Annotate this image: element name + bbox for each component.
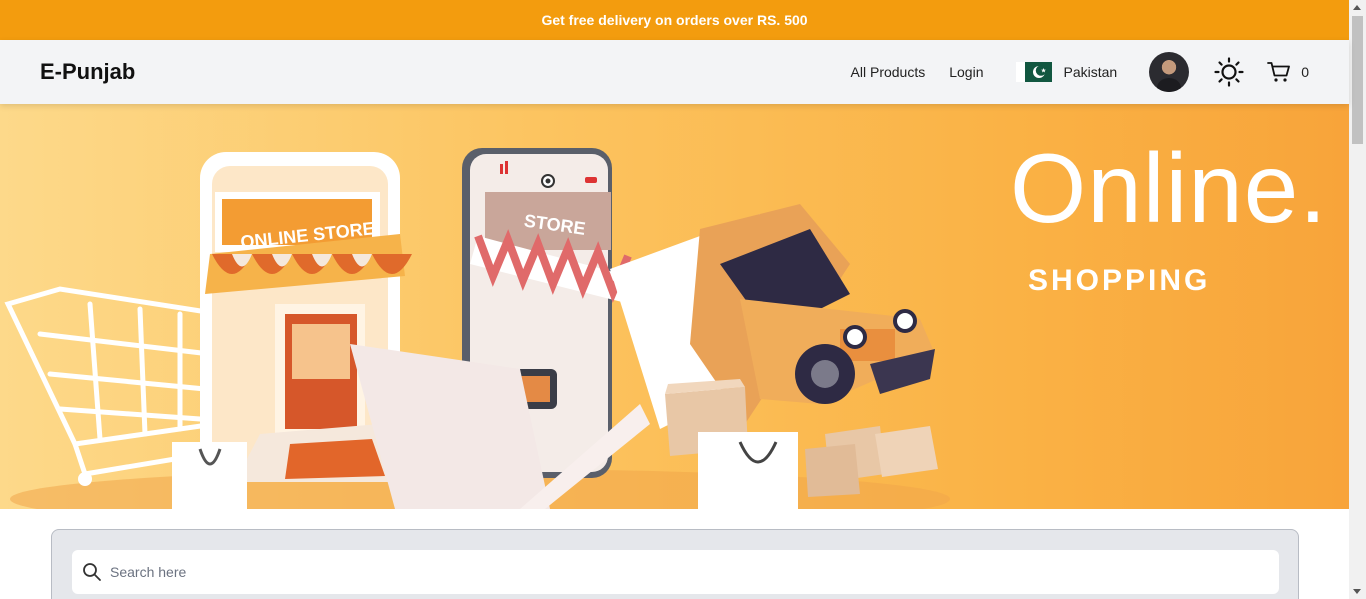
navbar: E-Punjab All Products Login Pakistan 0 [0,40,1349,104]
sun-icon [1214,57,1244,87]
brand-logo[interactable]: E-Punjab [40,59,135,85]
cart-count: 0 [1301,64,1309,80]
search-input[interactable] [110,564,1210,580]
search-panel [51,529,1299,599]
pakistan-flag-icon [1015,62,1052,82]
country-label: Pakistan [1063,64,1118,80]
page-scrollbar[interactable] [1349,0,1366,599]
hero-illustration: ONLINE STORE STORE [4,148,950,509]
nav-login[interactable]: Login [949,64,983,80]
search-icon [83,563,101,581]
user-avatar[interactable] [1149,52,1190,92]
promo-text: Get free delivery on orders over RS. 500 [541,12,808,28]
cart-button[interactable]: 0 [1267,61,1309,83]
nav-all-products[interactable]: All Products [851,64,926,80]
search-box[interactable] [72,550,1279,594]
scroll-down-arrow-icon[interactable] [1353,589,1361,594]
delivery-truck-illustration [610,204,935,429]
cart-icon [1267,62,1291,82]
hero-title: Online. [1010,133,1328,243]
scroll-thumb[interactable] [1352,16,1363,144]
scroll-up-arrow-icon[interactable] [1353,5,1361,10]
promo-banner: Get free delivery on orders over RS. 500 [0,0,1349,40]
hero-banner[interactable]: ONLINE STORE STORE Online. SHOPPING [0,104,1349,509]
country-selector[interactable]: Pakistan [1015,62,1118,82]
hero-subtitle: SHOPPING [1028,264,1211,297]
nav-menu: All Products Login Pakistan 0 [851,52,1309,92]
theme-toggle-button[interactable] [1213,56,1245,88]
